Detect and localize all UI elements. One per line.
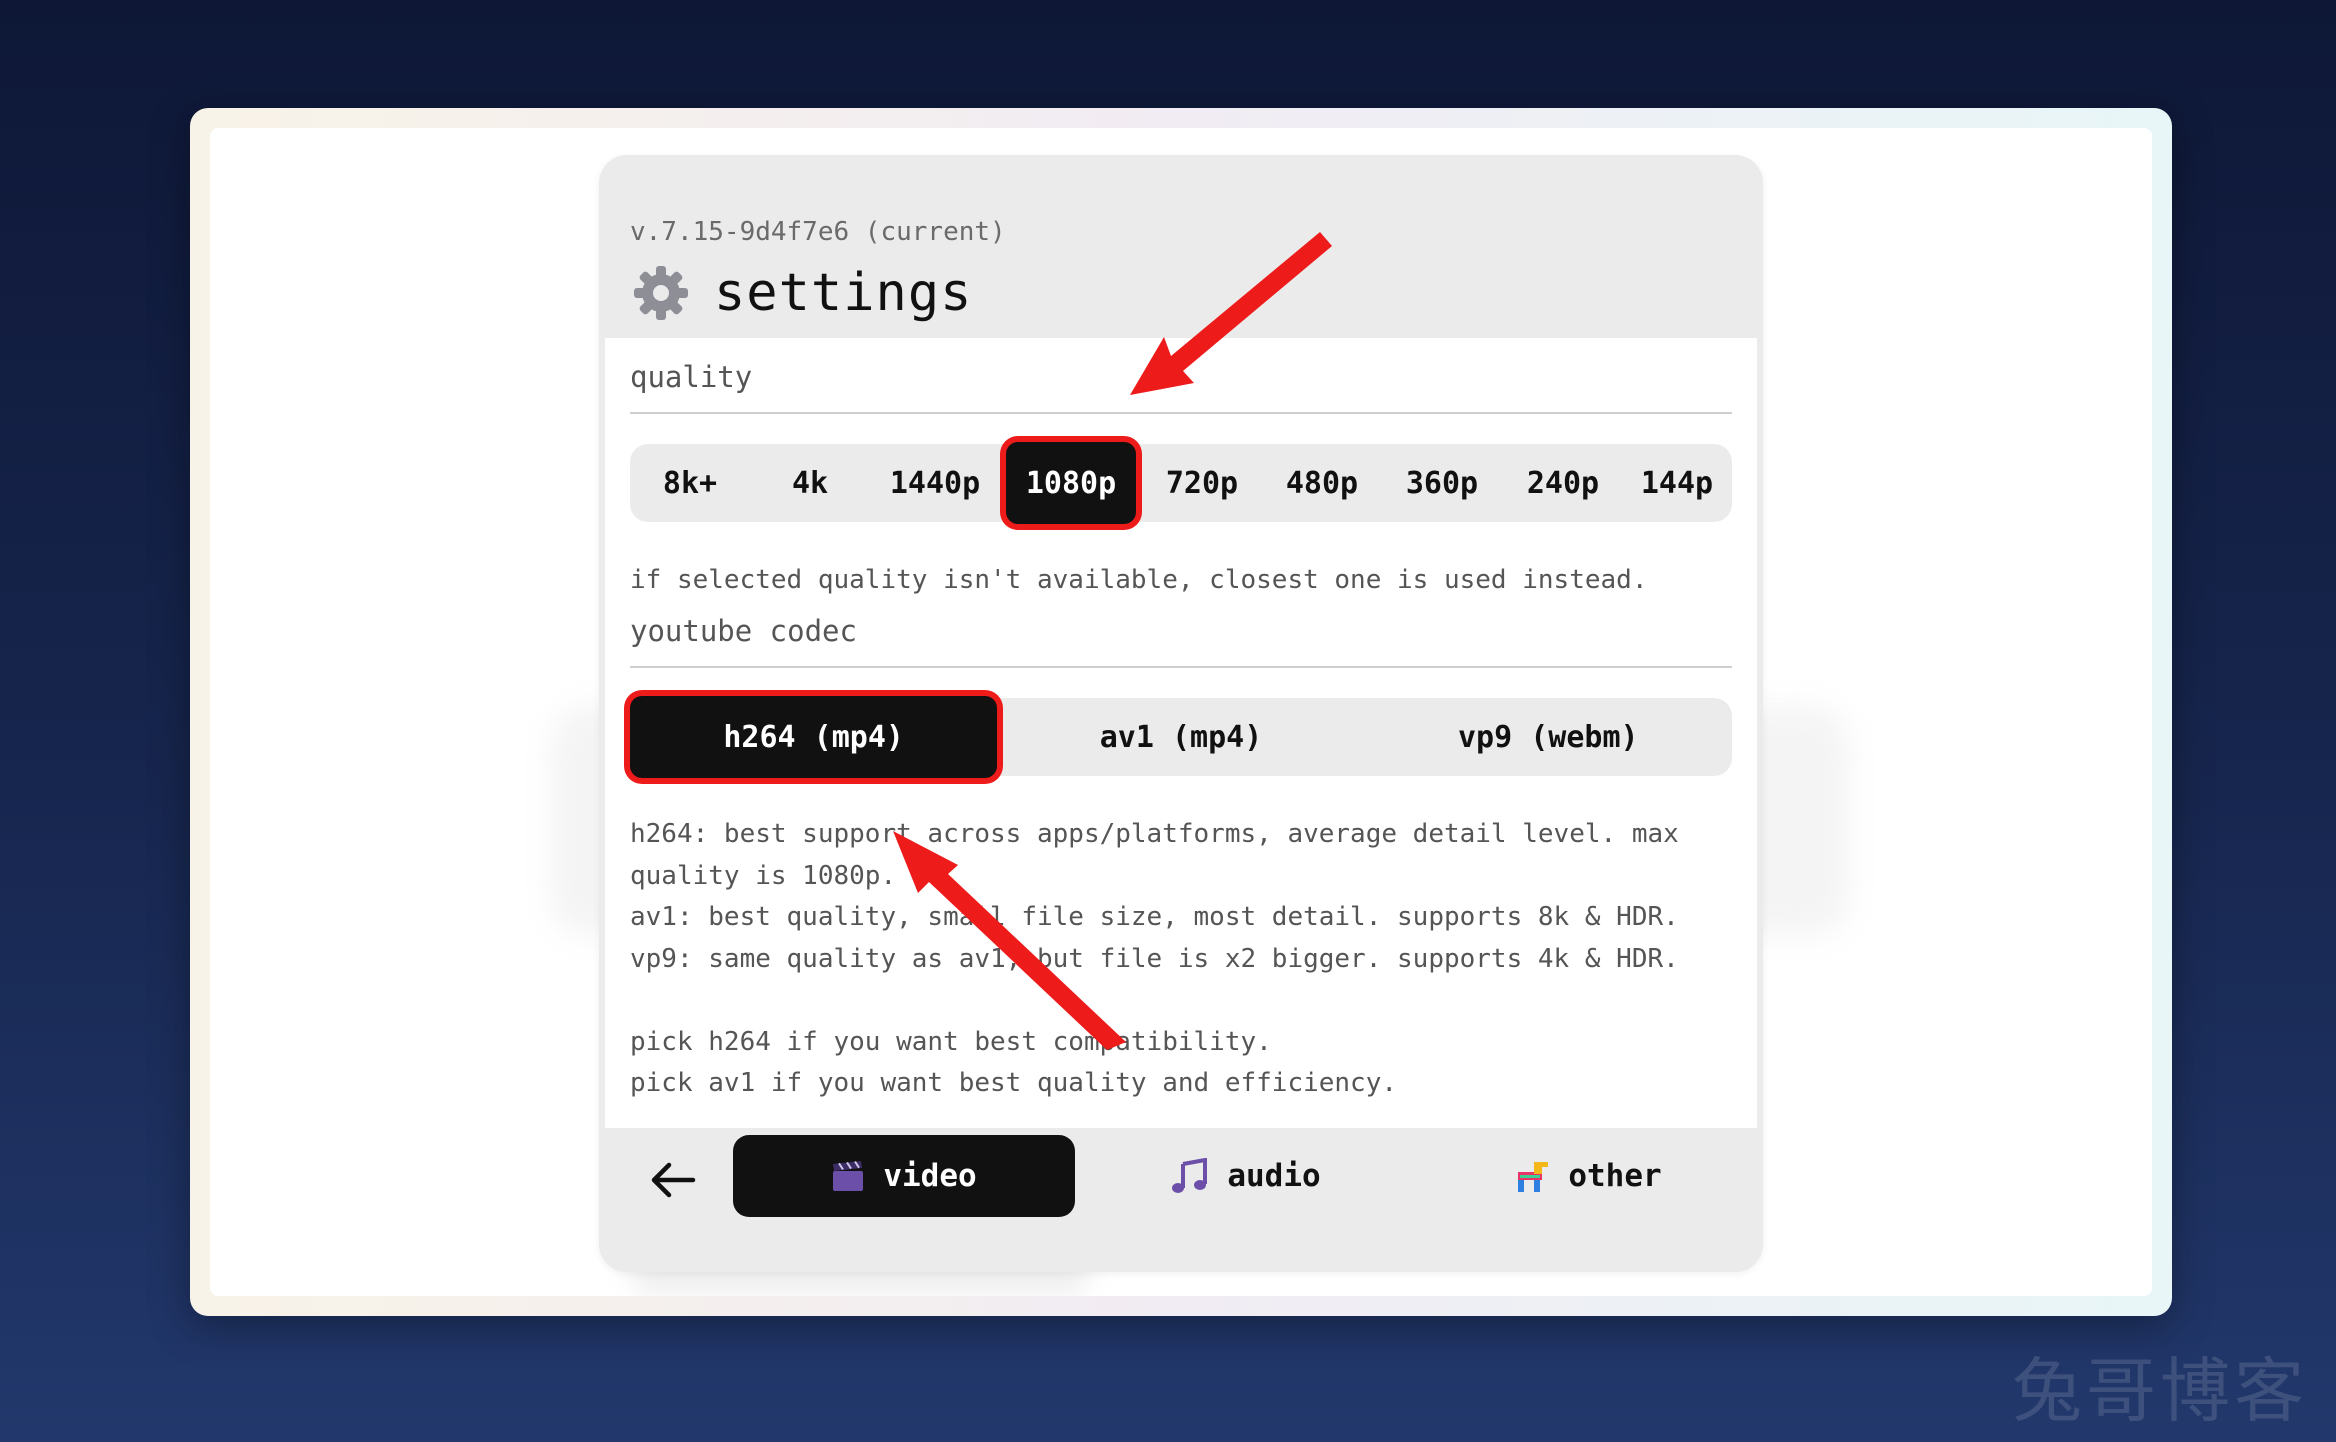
watermark: 兔哥博客 (2012, 1350, 2308, 1432)
tab-video-label: video (883, 1158, 977, 1194)
clapper-board-icon (831, 1159, 865, 1193)
bottom-nav: video audio other (599, 1128, 1763, 1272)
codec-note-line: h264: best support across apps/platforms… (630, 819, 1679, 849)
gear-icon (634, 266, 688, 320)
codec-note-line: pick h264 if you want best compatibility… (630, 1026, 1272, 1057)
settings-header: v.7.15-9d4f7e6 (current) settings (599, 155, 1763, 335)
quality-option[interactable]: 360p (1382, 444, 1502, 522)
codec-note-line: vp9: same quality as av1, but file is x2… (630, 943, 1679, 974)
settings-content[interactable]: quality 8k+ 4k 1440p 1080p 720p 480p 360p 240p 1… (605, 338, 1757, 1128)
quality-option[interactable]: 480p (1262, 444, 1382, 522)
browser-viewport: v.7.15-9d4f7e6 (current) settings qualit… (210, 128, 2152, 1296)
quality-note: if selected quality isn't available, clo… (630, 565, 1648, 595)
tab-audio[interactable]: audio (1075, 1135, 1417, 1217)
quality-divider (630, 412, 1732, 414)
quality-option[interactable]: 1080p (1006, 442, 1136, 524)
quality-section-label: quality (630, 360, 753, 394)
codec-note-line: pick av1 if you want best quality and ef… (630, 1068, 1398, 1098)
quality-selector: 8k+ 4k 1440p 1080p 720p 480p 360p 240p 144p (630, 442, 1732, 524)
quality-option[interactable]: 4k (750, 444, 870, 522)
back-arrow-icon[interactable] (643, 1150, 703, 1210)
tab-audio-label: audio (1227, 1158, 1321, 1194)
tab-other[interactable]: other (1417, 1135, 1759, 1217)
codec-note-line: av1: best quality, small file size, most… (630, 902, 1679, 932)
quality-option[interactable]: 1440p (860, 444, 1010, 522)
quality-option[interactable]: 144p (1622, 444, 1732, 522)
codec-option[interactable]: vp9 (webm) (1365, 698, 1732, 776)
quality-option[interactable]: 720p (1142, 444, 1262, 522)
pinata-icon (1514, 1158, 1550, 1194)
tab-video[interactable]: video (733, 1135, 1075, 1217)
quality-option[interactable]: 8k+ (630, 444, 750, 522)
musical-notes-icon (1171, 1158, 1209, 1194)
codec-option[interactable]: h264 (mp4) (630, 696, 998, 778)
codec-divider (630, 666, 1732, 668)
codec-selector: h264 (mp4) av1 (mp4) vp9 (webm) (630, 696, 1732, 778)
codec-section-label: youtube codec (630, 614, 857, 648)
version-label: v.7.15-9d4f7e6 (current) (630, 217, 1006, 247)
app-window: v.7.15-9d4f7e6 (current) settings qualit… (190, 108, 2172, 1316)
settings-panel: v.7.15-9d4f7e6 (current) settings qualit… (599, 155, 1763, 1272)
page-title: settings (714, 263, 973, 323)
tab-other-label: other (1568, 1158, 1662, 1194)
quality-option[interactable]: 240p (1502, 444, 1624, 522)
codec-note-line: quality is 1080p. (630, 860, 897, 891)
title-row: settings (632, 263, 972, 323)
codec-option[interactable]: av1 (mp4) (997, 698, 1364, 776)
